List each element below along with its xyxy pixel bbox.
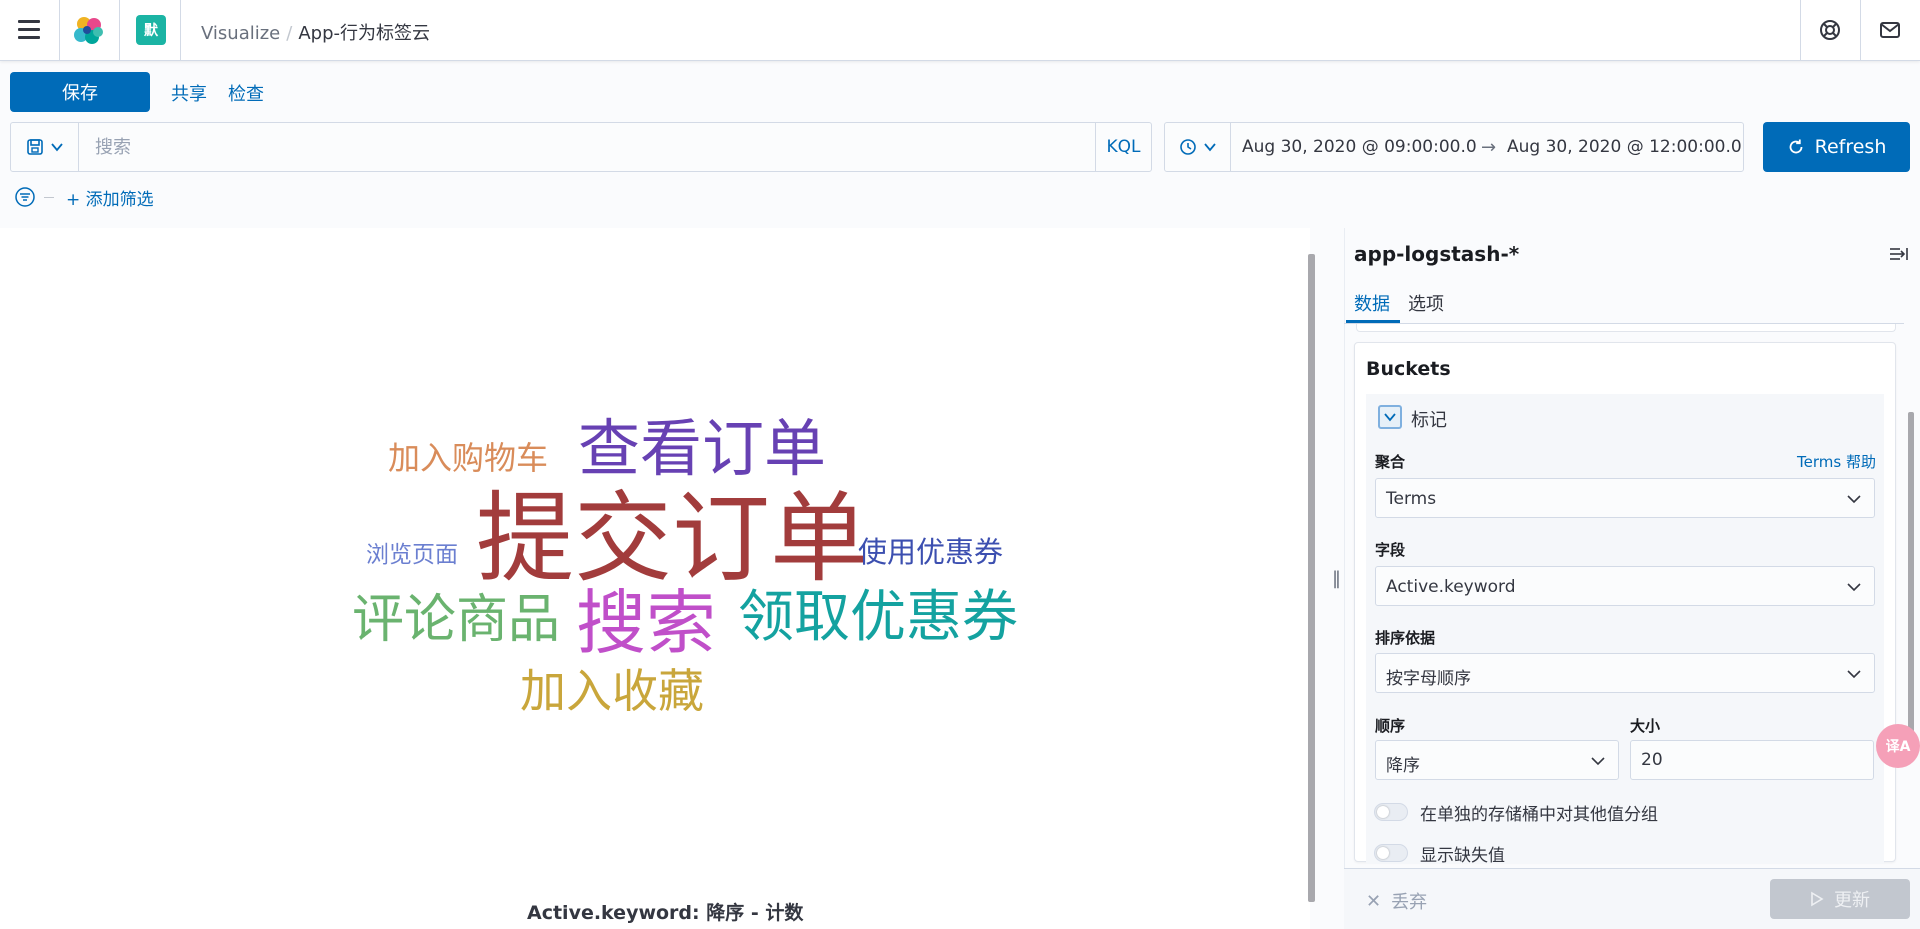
share-link[interactable]: 共享 — [171, 80, 207, 106]
tag-cloud-word[interactable]: 查看订单 — [578, 418, 826, 480]
chevron-down-icon — [1847, 583, 1861, 592]
header-divider — [59, 0, 60, 61]
buckets-title: Buckets — [1366, 358, 1451, 380]
order-by-label: 排序依据 — [1375, 629, 1436, 647]
filter-bar: + 添加筛选 — [14, 185, 154, 210]
end-date[interactable]: Aug 30, 2020 @ 12:00:00.0 — [1507, 137, 1742, 157]
breadcrumb-visualize[interactable]: Visualize — [201, 23, 280, 44]
add-filter-button[interactable]: + 添加筛选 — [66, 185, 154, 210]
save-disk-icon — [26, 139, 43, 155]
discard-button[interactable]: ✕ 丢弃 — [1366, 888, 1427, 914]
group-other-label: 在单独的存储桶中对其他值分组 — [1420, 804, 1658, 825]
breadcrumb-separator: / — [286, 23, 293, 44]
header-divider — [1800, 0, 1801, 61]
menu-icon[interactable] — [18, 20, 42, 42]
discard-label: 丢弃 — [1391, 892, 1428, 913]
toggle-switch[interactable] — [1374, 803, 1408, 821]
panel-resize-handle[interactable]: ‖ — [1332, 568, 1341, 589]
start-date[interactable]: Aug 30, 2020 @ 09:00:00.0 — [1242, 137, 1477, 157]
tab-options[interactable]: 选项 — [1408, 290, 1444, 316]
tab-data[interactable]: 数据 — [1354, 290, 1390, 316]
chevron-down-icon — [1591, 757, 1605, 766]
terms-help-link[interactable]: Terms 帮助 — [1797, 451, 1876, 472]
order-by-value: 按字母顺序 — [1386, 669, 1471, 689]
play-icon — [1811, 891, 1824, 907]
aggregation-value: Terms — [1386, 489, 1437, 509]
tag-cloud-word[interactable]: 使用优惠券 — [858, 538, 1003, 567]
breadcrumb: Visualize / App-行为标签云 — [201, 19, 430, 45]
sidebar-scrollbar-thumb[interactable] — [1908, 412, 1914, 732]
header-divider — [180, 0, 181, 61]
refresh-label: Refresh — [1814, 136, 1887, 158]
chevron-down-icon — [1384, 413, 1396, 422]
toggle-aggregation-button[interactable] — [1378, 405, 1402, 429]
order-select[interactable]: 降序 — [1375, 740, 1619, 780]
tag-cloud-word[interactable]: 浏览页面 — [366, 544, 458, 567]
refresh-icon — [1789, 139, 1803, 154]
order-label: 顺序 — [1375, 717, 1406, 735]
show-missing-switch[interactable]: 显示缺失值 — [1374, 841, 1505, 866]
tag-cloud-word[interactable]: 评论商品 — [352, 594, 560, 646]
kql-language-toggle[interactable]: KQL — [1095, 123, 1151, 171]
active-tab-indicator — [1346, 320, 1400, 323]
update-label: 更新 — [1834, 890, 1870, 911]
search-input[interactable] — [81, 124, 1081, 170]
tag-cloud-word[interactable]: 加入收藏 — [520, 668, 704, 714]
mail-icon[interactable] — [1878, 18, 1902, 42]
metrics-card-edge — [1356, 324, 1896, 332]
inspect-link[interactable]: 检查 — [228, 80, 264, 106]
index-pattern-title: app-logstash-* — [1354, 242, 1520, 266]
size-input[interactable] — [1630, 740, 1874, 780]
tag-cloud-word[interactable]: 领取优惠券 — [738, 590, 1018, 646]
space-avatar[interactable]: 默 — [136, 15, 166, 45]
chevron-down-icon — [1203, 143, 1216, 152]
field-value: Active.keyword — [1386, 577, 1516, 597]
aggregation-select[interactable]: Terms — [1375, 478, 1875, 518]
aggregation-title: 标记 — [1411, 410, 1447, 431]
help-icon[interactable] — [1818, 18, 1842, 42]
field-label: 字段 — [1375, 541, 1406, 559]
tag-cloud-word[interactable]: 提交订单 — [476, 490, 868, 588]
update-button[interactable]: 更新 — [1770, 879, 1910, 919]
clock-icon — [1179, 139, 1196, 155]
top-header: 默 Visualize / App-行为标签云 — [0, 0, 1920, 61]
group-other-switch[interactable]: 在单独的存储桶中对其他值分组 — [1374, 800, 1658, 825]
chevron-down-icon — [1847, 670, 1861, 679]
time-picker: Aug 30, 2020 @ 09:00:00.0 → Aug 30, 2020… — [1164, 122, 1744, 172]
toggle-switch[interactable] — [1374, 844, 1408, 862]
filter-divider — [44, 196, 54, 198]
tag-cloud-caption: Active.keyword: 降序 - 计数 — [527, 902, 804, 924]
order-by-select[interactable]: 按字母顺序 — [1375, 653, 1875, 693]
filter-icon[interactable] — [14, 186, 36, 208]
query-bar: KQL — [10, 122, 1152, 172]
collapse-sidebar-icon[interactable] — [1888, 244, 1910, 264]
header-divider — [119, 0, 120, 61]
saved-query-button[interactable] — [11, 123, 79, 171]
show-missing-label: 显示缺失值 — [1420, 845, 1505, 866]
translate-icon[interactable]: 译A — [1876, 724, 1920, 768]
close-icon: ✕ — [1366, 890, 1382, 912]
scrollbar-thumb[interactable] — [1308, 254, 1315, 902]
breadcrumb-current: App-行为标签云 — [298, 23, 431, 44]
tag-cloud-word[interactable]: 加入购物车 — [388, 442, 548, 474]
order-value: 降序 — [1386, 756, 1420, 776]
size-label: 大小 — [1630, 717, 1661, 735]
tag-cloud-word[interactable]: 搜索 — [576, 588, 716, 658]
header-divider — [1860, 0, 1861, 61]
field-select[interactable]: Active.keyword — [1375, 566, 1875, 606]
save-button[interactable]: 保存 — [10, 72, 150, 112]
quick-menu-button[interactable] — [1165, 123, 1231, 171]
arrow-right-icon: → — [1481, 137, 1497, 158]
refresh-button[interactable]: Refresh — [1763, 122, 1910, 172]
chevron-down-icon — [1847, 495, 1861, 504]
chevron-down-icon — [50, 143, 63, 152]
elastic-logo-icon[interactable] — [72, 14, 106, 48]
aggregation-label: 聚合 — [1375, 453, 1406, 471]
